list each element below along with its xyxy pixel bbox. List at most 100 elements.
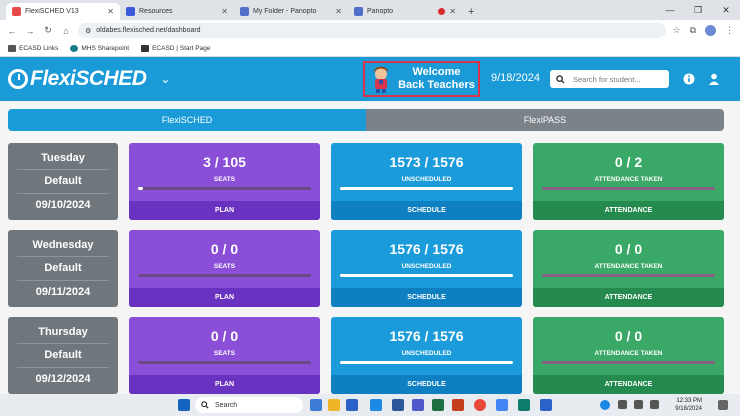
powerpoint-icon[interactable] xyxy=(452,399,464,411)
seats-label: SEATS xyxy=(213,176,236,183)
menu-icon[interactable]: ⋮ xyxy=(725,25,734,36)
day-date: 09/12/2024 xyxy=(35,373,91,386)
day-type: Default xyxy=(44,349,82,362)
bookmark-star-icon[interactable]: ☆ xyxy=(672,25,680,36)
attendance-progress-bar xyxy=(542,361,715,364)
seats-progress-bar xyxy=(138,361,311,364)
close-icon[interactable]: ✕ xyxy=(449,7,456,16)
plan-card[interactable]: 3 / 105 SEATS PLAN xyxy=(129,143,320,220)
plan-button[interactable]: PLAN xyxy=(129,288,320,307)
schedule-button[interactable]: SCHEDULE xyxy=(331,201,522,220)
close-icon[interactable]: ✕ xyxy=(221,7,228,16)
attendance-button[interactable]: ATTENDANCE xyxy=(533,375,724,394)
back-icon[interactable]: ← xyxy=(6,26,18,36)
page-icon xyxy=(141,45,150,52)
schedule-card[interactable]: 1573 / 1576 UNSCHEDULED SCHEDULE xyxy=(331,143,522,220)
taskbar-clock[interactable]: 12:33 PM 9/18/2024 xyxy=(675,397,702,413)
browser-tab-my-folder[interactable]: My Folder - Panopto ✕ xyxy=(234,3,348,20)
attendance-button[interactable]: ATTENDANCE xyxy=(533,201,724,220)
plan-card[interactable]: 0 / 0 SEATS PLAN xyxy=(129,230,320,307)
day-name: Tuesday xyxy=(41,151,85,164)
student-search-input[interactable]: Search for student... xyxy=(550,70,669,88)
panopto-favicon-icon xyxy=(240,7,249,16)
flexisched-logo[interactable]: FlexiSCHED xyxy=(8,67,147,91)
minimize-icon[interactable]: — xyxy=(656,0,684,20)
day-type: Default xyxy=(44,175,82,188)
bookmark-ecasd-start[interactable]: ECASD | Start Page xyxy=(141,45,211,52)
tab-flexisched[interactable]: FlexiSCHED xyxy=(8,109,366,131)
plan-button[interactable]: PLAN xyxy=(129,201,320,220)
unscheduled-count: 1576 / 1576 xyxy=(389,241,464,257)
search-icon xyxy=(556,74,565,84)
bookmark-mhs-sharepoint[interactable]: MHS Sharepoint xyxy=(70,45,129,52)
seats-progress-bar xyxy=(138,274,311,277)
close-icon[interactable]: ✕ xyxy=(335,7,342,16)
app-icon[interactable] xyxy=(518,399,530,411)
onedrive-icon[interactable] xyxy=(600,400,610,410)
volume-icon[interactable] xyxy=(650,400,659,409)
app-icon[interactable] xyxy=(496,399,508,411)
store-icon[interactable] xyxy=(346,399,358,411)
attendance-card[interactable]: 0 / 0 ATTENDANCE TAKEN ATTENDANCE xyxy=(533,230,724,307)
close-icon[interactable]: ✕ xyxy=(107,7,114,16)
file-explorer-icon[interactable] xyxy=(328,399,340,411)
windows-start-icon[interactable] xyxy=(178,399,190,411)
plan-card[interactable]: 0 / 0 SEATS PLAN xyxy=(129,317,320,394)
unscheduled-progress-bar xyxy=(340,274,513,277)
maximize-icon[interactable]: ❐ xyxy=(684,0,712,20)
seats-count: 0 / 0 xyxy=(210,241,239,257)
day-card[interactable]: Wednesday Default 09/11/2024 xyxy=(8,230,118,307)
chevron-down-icon[interactable]: ⌄ xyxy=(160,72,170,86)
tab-label: Resources xyxy=(139,8,173,15)
plan-button[interactable]: PLAN xyxy=(129,375,320,394)
teams-icon[interactable] xyxy=(412,399,424,411)
attendance-progress-bar xyxy=(542,187,715,190)
welcome-text: Welcome Back Teachers xyxy=(398,66,475,91)
attendance-button[interactable]: ATTENDANCE xyxy=(533,288,724,307)
tab-flexipass[interactable]: FlexiPASS xyxy=(366,109,724,131)
day-card[interactable]: Thursday Default 09/12/2024 xyxy=(8,317,118,394)
attendance-progress-bar xyxy=(542,274,715,277)
close-window-icon[interactable]: ✕ xyxy=(712,0,740,20)
reload-icon[interactable]: ↻ xyxy=(42,25,54,36)
schedule-card[interactable]: 1576 / 1576 UNSCHEDULED SCHEDULE xyxy=(331,317,522,394)
schedule-button[interactable]: SCHEDULE xyxy=(331,288,522,307)
attendance-card[interactable]: 0 / 2 ATTENDANCE TAKEN ATTENDANCE xyxy=(533,143,724,220)
unscheduled-label: UNSCHEDULED xyxy=(401,176,452,183)
schedule-button[interactable]: SCHEDULE xyxy=(331,375,522,394)
attendance-card[interactable]: 0 / 0 ATTENDANCE TAKEN ATTENDANCE xyxy=(533,317,724,394)
word-icon[interactable] xyxy=(392,399,404,411)
day-name: Wednesday xyxy=(32,238,94,251)
schedule-card[interactable]: 1576 / 1576 UNSCHEDULED SCHEDULE xyxy=(331,230,522,307)
forward-icon[interactable]: → xyxy=(24,26,36,36)
site-info-icon[interactable]: ⚙ xyxy=(85,27,91,35)
browser-tab-panopto[interactable]: Panopto ✕ xyxy=(348,3,462,20)
app-icon[interactable] xyxy=(540,399,552,411)
system-tray-icon[interactable] xyxy=(618,400,627,409)
profile-avatar[interactable] xyxy=(705,25,716,36)
user-icon[interactable] xyxy=(708,73,720,85)
browser-tab-flexisched[interactable]: FlexiSCHED V13 ✕ xyxy=(6,3,120,20)
edge-icon[interactable] xyxy=(370,399,382,411)
notifications-icon[interactable] xyxy=(718,400,728,410)
bookmark-ecasd-links[interactable]: ECASD Links xyxy=(8,45,58,52)
browser-tab-resources[interactable]: Resources ✕ xyxy=(120,3,234,20)
extensions-icon[interactable]: ⧉ xyxy=(690,25,696,36)
unscheduled-progress-bar xyxy=(340,187,513,190)
task-view-icon[interactable] xyxy=(310,399,322,411)
taskbar-search[interactable]: Search xyxy=(195,397,303,413)
info-icon[interactable] xyxy=(683,73,695,85)
day-card[interactable]: Tuesday Default 09/10/2024 xyxy=(8,143,118,220)
attendance-label: ATTENDANCE TAKEN xyxy=(594,263,663,270)
mode-toggle: FlexiSCHED FlexiPASS xyxy=(8,109,724,131)
unscheduled-count: 1576 / 1576 xyxy=(389,328,464,344)
clock-date: 9/18/2024 xyxy=(675,406,702,412)
url-field[interactable]: ⚙ oldabes.flexisched.net/dashboard xyxy=(78,23,667,38)
chrome-icon[interactable] xyxy=(474,399,486,411)
new-tab-button[interactable]: + xyxy=(462,3,480,20)
excel-icon[interactable] xyxy=(432,399,444,411)
home-icon[interactable]: ⌂ xyxy=(60,26,72,36)
wifi-icon[interactable] xyxy=(634,400,643,409)
unscheduled-label: UNSCHEDULED xyxy=(401,350,452,357)
day-row: Thursday Default 09/12/2024 0 / 0 SEATS … xyxy=(8,317,724,394)
